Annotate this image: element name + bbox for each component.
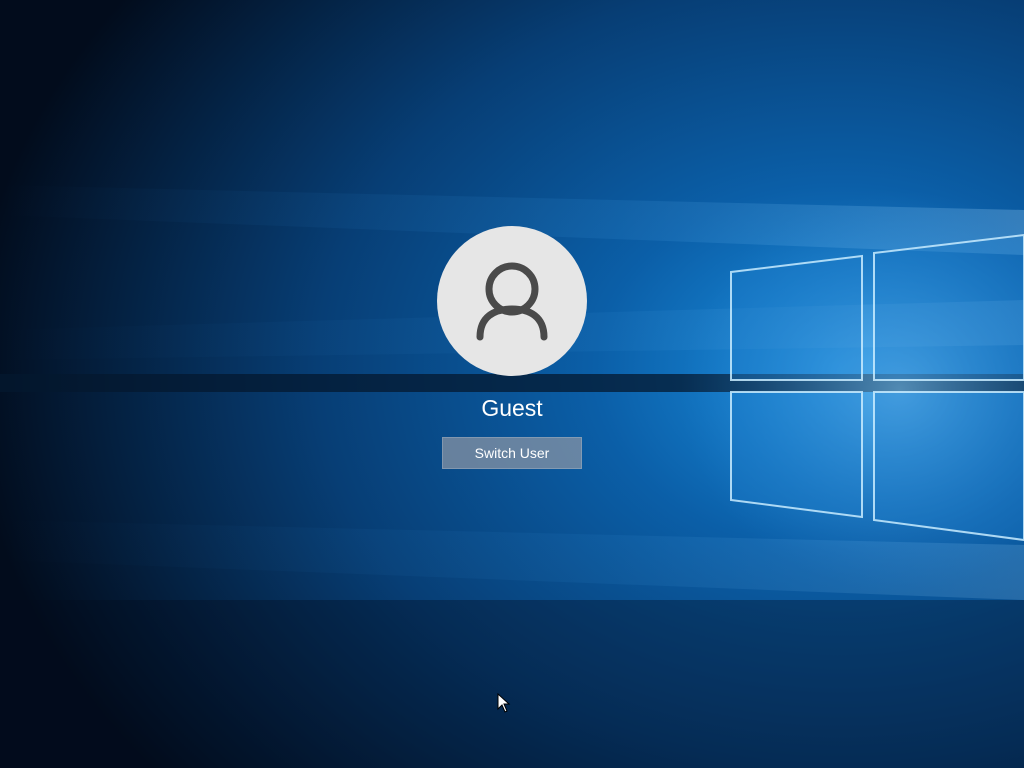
user-name: Guest (481, 395, 543, 421)
mouse-pointer-icon (497, 693, 511, 713)
user-avatar (437, 226, 587, 376)
user-silhouette-icon (476, 262, 548, 341)
switch-user-button[interactable]: Switch User (442, 437, 582, 469)
login-panel: Guest Switch User (0, 0, 1024, 768)
